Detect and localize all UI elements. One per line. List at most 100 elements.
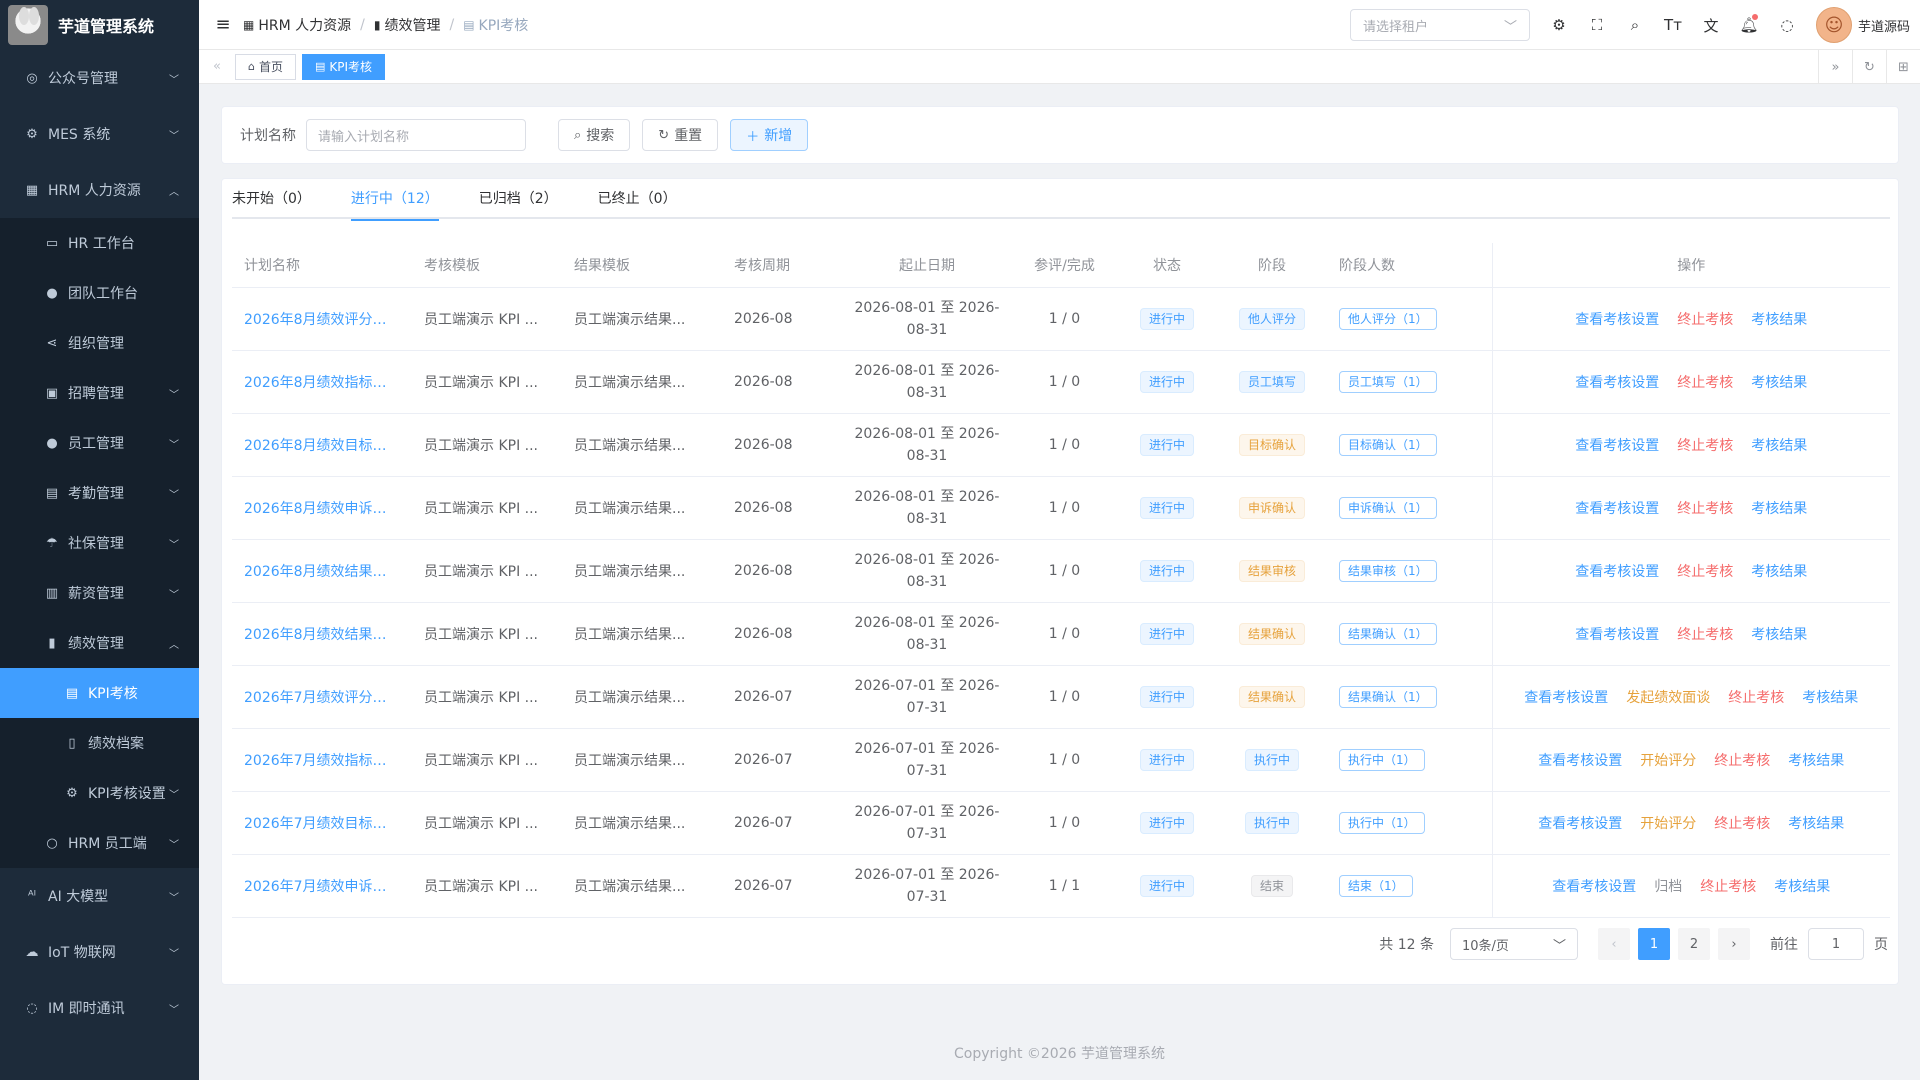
plan-name-link[interactable]: 2026年8月绩效评分待处理 (244, 309, 400, 329)
sidebar-item-im[interactable]: ◌ IM 即时通讯 ﹀ (0, 980, 199, 1036)
stage-count-badge[interactable]: 员工填写（1） (1339, 371, 1437, 393)
logo[interactable]: 芋道管理系统 (0, 0, 199, 50)
sidebar-item-kpi-settings[interactable]: ⚙ KPI考核设置 ﹀ (0, 768, 199, 818)
row-action-link[interactable]: 归档 (1654, 876, 1682, 896)
sidebar-item-attendance[interactable]: ▤ 考勤管理 ﹀ (0, 468, 199, 518)
plan-name-link[interactable]: 2026年7月绩效目标待确认 (244, 813, 400, 833)
sidebar-item-mes[interactable]: ⚙ MES 系统 ﹀ (0, 106, 199, 162)
row-action-link[interactable]: 查看考核设置 (1575, 498, 1659, 518)
row-action-link[interactable]: 终止考核 (1677, 372, 1733, 392)
avatar[interactable]: ☺ (1816, 7, 1852, 43)
stage-count-badge[interactable]: 他人评分（1） (1339, 308, 1437, 330)
grid-icon[interactable]: ⊞ (1886, 50, 1920, 84)
sidebar-item-social[interactable]: ☂ 社保管理 ﹀ (0, 518, 199, 568)
sidebar-item-hrm[interactable]: ▦ HRM 人力资源 ︿ (0, 162, 199, 218)
search-icon[interactable]: ⌕ (1616, 16, 1654, 34)
row-action-link[interactable]: 终止考核 (1714, 750, 1770, 770)
settings-icon[interactable]: ⚙ (1540, 16, 1578, 34)
row-action-link[interactable]: 终止考核 (1677, 498, 1733, 518)
plan-name-link[interactable]: 2026年8月绩效结果待确认 (244, 624, 400, 644)
row-action-link[interactable]: 考核结果 (1774, 876, 1830, 896)
stage-count-badge[interactable]: 结果审核（1） (1339, 560, 1437, 582)
row-action-link[interactable]: 考核结果 (1751, 372, 1807, 392)
font-size-icon[interactable]: Tт (1654, 16, 1692, 34)
row-action-link[interactable]: 终止考核 (1714, 813, 1770, 833)
row-action-link[interactable]: 考核结果 (1788, 813, 1844, 833)
row-action-link[interactable]: 终止考核 (1677, 561, 1733, 581)
breadcrumb-item-hrm[interactable]: ▦ HRM 人力资源 (243, 15, 351, 35)
menu-toggle-icon[interactable]: ≡ (203, 14, 243, 35)
sidebar-item-hr-workbench[interactable]: ▭ HR 工作台 (0, 218, 199, 268)
row-action-link[interactable]: 终止考核 (1700, 876, 1756, 896)
plan-name-link[interactable]: 2026年8月绩效申诉待处理 (244, 498, 400, 518)
sidebar-item-ai[interactable]: ᴬᴵ AI 大模型 ﹀ (0, 868, 199, 924)
tag-home[interactable]: ⌂ 首页 (235, 54, 296, 80)
refresh-icon[interactable]: ↻ (1852, 50, 1886, 84)
add-button[interactable]: ＋ 新增 (730, 119, 808, 151)
page-size-select[interactable]: 10条/页 ﹀ (1450, 928, 1578, 960)
tab-terminated[interactable]: 已终止（0） (598, 179, 677, 219)
row-action-link[interactable]: 查看考核设置 (1575, 624, 1659, 644)
row-action-link[interactable]: 开始评分 (1640, 813, 1696, 833)
stage-count-badge[interactable]: 目标确认（1） (1339, 434, 1437, 456)
row-action-link[interactable]: 考核结果 (1751, 309, 1807, 329)
plan-name-input[interactable]: 请输入计划名称 (306, 119, 526, 151)
row-action-link[interactable]: 查看考核设置 (1575, 309, 1659, 329)
row-action-link[interactable]: 查看考核设置 (1524, 687, 1608, 707)
double-left-icon[interactable]: « (199, 59, 235, 74)
plan-name-link[interactable]: 2026年7月绩效评分待处理 (244, 687, 400, 707)
row-action-link[interactable]: 考核结果 (1788, 750, 1844, 770)
sidebar-item-org[interactable]: ⋖ 组织管理 (0, 318, 199, 368)
row-action-link[interactable]: 考核结果 (1751, 435, 1807, 455)
plan-name-link[interactable]: 2026年7月绩效申诉待处理 (244, 876, 400, 896)
row-action-link[interactable]: 考核结果 (1751, 624, 1807, 644)
stage-count-badge[interactable]: 结果确认（1） (1339, 686, 1437, 708)
reset-button[interactable]: ↻ 重置 (642, 119, 718, 151)
sidebar-item-team-workbench[interactable]: ● 团队工作台 (0, 268, 199, 318)
row-action-link[interactable]: 考核结果 (1751, 561, 1807, 581)
next-page-icon[interactable]: › (1718, 928, 1750, 960)
row-action-link[interactable]: 考核结果 (1802, 687, 1858, 707)
breadcrumb-item-performance[interactable]: ▮ 绩效管理 (374, 15, 441, 35)
plan-name-link[interactable]: 2026年8月绩效目标待确认 (244, 435, 400, 455)
fullscreen-icon[interactable]: ⛶ (1578, 16, 1616, 34)
stage-count-badge[interactable]: 执行中（1） (1339, 812, 1425, 834)
row-action-link[interactable]: 查看考核设置 (1575, 435, 1659, 455)
message-icon[interactable]: ◌ (1768, 16, 1806, 34)
stage-count-badge[interactable]: 结束（1） (1339, 875, 1413, 897)
plan-name-link[interactable]: 2026年8月绩效结果待审核 (244, 561, 400, 581)
row-action-link[interactable]: 查看考核设置 (1575, 372, 1659, 392)
sidebar-item-salary[interactable]: ▥ 薪资管理 ﹀ (0, 568, 199, 618)
row-action-link[interactable]: 查看考核设置 (1552, 876, 1636, 896)
row-action-link[interactable]: 考核结果 (1751, 498, 1807, 518)
tab-not-started[interactable]: 未开始（0） (232, 179, 311, 219)
page-number[interactable]: 1 (1638, 928, 1670, 960)
stage-count-badge[interactable]: 结果确认（1） (1339, 623, 1437, 645)
translate-icon[interactable]: 文 (1692, 15, 1730, 36)
row-action-link[interactable]: 终止考核 (1677, 435, 1733, 455)
sidebar-item-employee[interactable]: ● 员工管理 ﹀ (0, 418, 199, 468)
row-action-link[interactable]: 终止考核 (1677, 309, 1733, 329)
goto-page-input[interactable]: 1 (1808, 928, 1864, 960)
row-action-link[interactable]: 查看考核设置 (1538, 813, 1622, 833)
username[interactable]: 芋道源码 (1858, 16, 1910, 35)
search-button[interactable]: ⌕ 搜索 (558, 119, 630, 151)
sidebar-item-kpi[interactable]: ▤ KPI考核 (0, 668, 199, 718)
sidebar-item-wechat[interactable]: ◎ 公众号管理 ﹀ (0, 50, 199, 106)
tab-in-progress[interactable]: 进行中（12） (351, 179, 439, 219)
row-action-link[interactable]: 查看考核设置 (1538, 750, 1622, 770)
row-action-link[interactable]: 终止考核 (1728, 687, 1784, 707)
bell-icon[interactable]: 🔔︎ (1730, 16, 1768, 34)
plan-name-link[interactable]: 2026年8月绩效指标待填写 (244, 372, 400, 392)
double-right-icon[interactable]: » (1818, 50, 1852, 84)
sidebar-item-hrm-employee[interactable]: ○ HRM 员工端 ﹀ (0, 818, 199, 868)
stage-count-badge[interactable]: 申诉确认（1） (1339, 497, 1437, 519)
row-action-link[interactable]: 终止考核 (1677, 624, 1733, 644)
sidebar-item-recruit[interactable]: ▣ 招聘管理 ﹀ (0, 368, 199, 418)
row-action-link[interactable]: 开始评分 (1640, 750, 1696, 770)
sidebar-item-iot[interactable]: ☁ IoT 物联网 ﹀ (0, 924, 199, 980)
row-action-link[interactable]: 查看考核设置 (1575, 561, 1659, 581)
plan-name-link[interactable]: 2026年7月绩效指标待填写 (244, 750, 400, 770)
tag-kpi[interactable]: ▤ KPI考核 (302, 54, 385, 80)
page-number[interactable]: 2 (1678, 928, 1710, 960)
